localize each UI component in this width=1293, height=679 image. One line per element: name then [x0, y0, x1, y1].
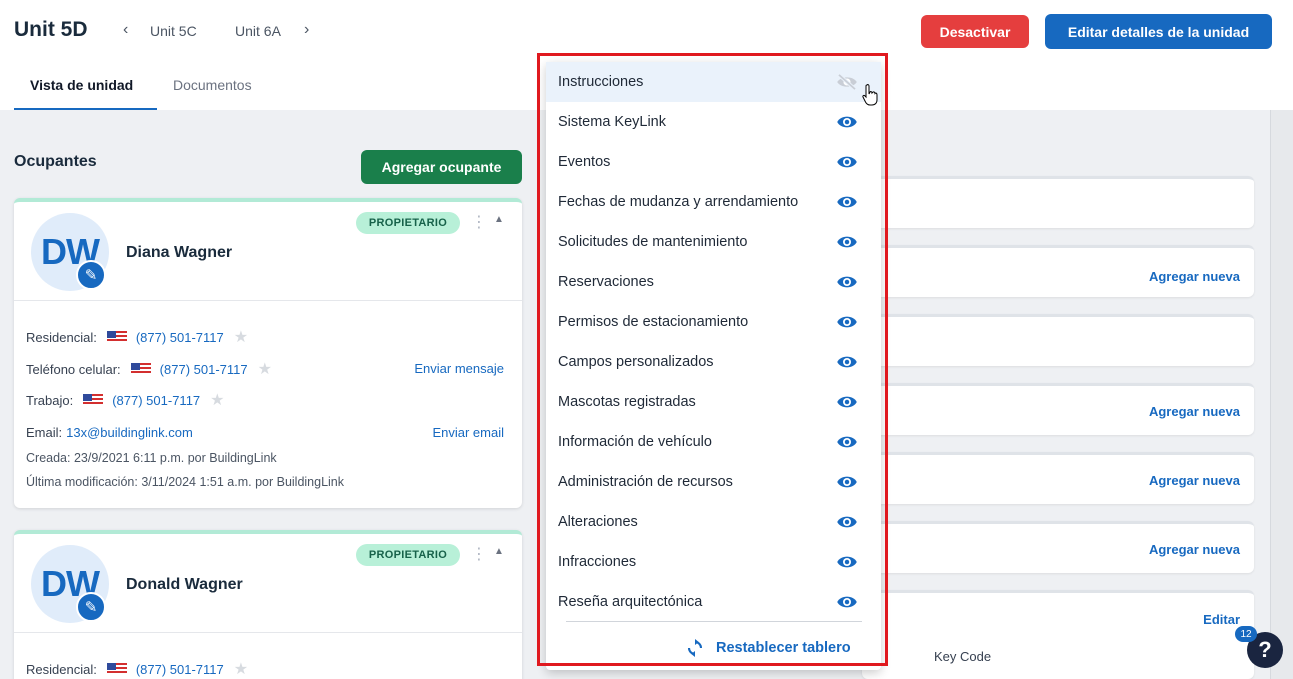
pencil-icon[interactable]: ✎ — [76, 260, 106, 290]
tab-unit-view[interactable]: Vista de unidad — [30, 77, 133, 93]
occupant-name: Diana Wagner — [126, 244, 233, 261]
widget-panel: Editar — [862, 590, 1254, 679]
occupant-card: DW ✎ Donald Wagner PROPIETARIO ⋮ ▲ Resid… — [14, 530, 522, 679]
residential-phone-row: Residencial: (877) 501-7117 ★ — [26, 659, 248, 679]
add-new-link[interactable]: Agregar nueva — [1149, 542, 1240, 557]
us-flag-icon — [106, 663, 127, 675]
prev-unit-link[interactable]: Unit 5C — [150, 23, 197, 39]
us-flag-icon — [83, 394, 104, 406]
notification-badge: 12 — [1235, 626, 1257, 642]
email-label: Email: — [26, 425, 63, 440]
edit-unit-details-button[interactable]: Editar detalles de la unidad — [1045, 14, 1272, 49]
work-phone-link[interactable]: (877) 501-7117 — [112, 393, 200, 408]
status-badge: PROPIETARIO — [356, 212, 460, 234]
avatar: DW ✎ — [31, 213, 109, 291]
widget-panel — [862, 314, 1254, 366]
status-badge: PROPIETARIO — [356, 544, 460, 566]
chevron-left-icon[interactable]: ‹ — [123, 21, 128, 39]
edit-link[interactable]: Editar — [1203, 612, 1240, 627]
modified-label: Última modificación: — [26, 475, 138, 489]
email-row: Email: 13x@buildinglink.com — [26, 425, 193, 440]
residential-phone-row: Residencial: (877) 501-7117 ★ — [26, 327, 248, 347]
divider — [14, 300, 522, 301]
star-icon[interactable]: ★ — [258, 359, 272, 379]
more-options-icon[interactable]: ⋮ — [471, 212, 487, 232]
add-new-link[interactable]: Agregar nueva — [1149, 269, 1240, 284]
residential-phone-link[interactable]: (877) 501-7117 — [136, 662, 224, 677]
residential-phone-link[interactable]: (877) 501-7117 — [136, 330, 224, 345]
add-new-link[interactable]: Agregar nueva — [1149, 473, 1240, 488]
occupant-name: Donald Wagner — [126, 576, 243, 593]
scrollbar-track[interactable] — [1270, 110, 1293, 679]
tab-documents[interactable]: Documentos — [173, 77, 252, 93]
active-tab-indicator — [14, 108, 157, 110]
highlight-box — [537, 53, 888, 666]
mobile-phone-row: Teléfono celular: (877) 501-7117 ★ — [26, 359, 272, 379]
add-occupant-button[interactable]: Agregar ocupante — [361, 150, 522, 184]
created-value: 23/9/2021 6:11 p.m. por BuildingLink — [73, 451, 277, 465]
star-icon[interactable]: ★ — [210, 390, 224, 410]
mobile-label: Teléfono celular: — [26, 361, 121, 377]
page-title: Unit 5D — [14, 18, 88, 41]
occupants-title: Ocupantes — [14, 153, 97, 170]
add-new-link[interactable]: Agregar nueva — [1149, 404, 1240, 419]
star-icon[interactable]: ★ — [234, 327, 248, 347]
hand-cursor-icon — [862, 84, 878, 106]
help-label: ? — [1258, 637, 1272, 662]
collapse-caret-icon[interactable]: ▲ — [494, 546, 504, 557]
us-flag-icon — [130, 363, 151, 375]
chevron-right-icon[interactable]: › — [304, 21, 309, 39]
email-link[interactable]: 13x@buildinglink.com — [66, 425, 193, 440]
modified-info: Última modificación: 3/11/2024 1:51 a.m.… — [26, 475, 344, 489]
pencil-icon[interactable]: ✎ — [76, 592, 106, 622]
widget-panel: Agregar nueva — [862, 245, 1254, 297]
send-message-link[interactable]: Enviar mensaje — [414, 361, 504, 376]
more-options-icon[interactable]: ⋮ — [471, 544, 487, 564]
work-label: Trabajo: — [26, 392, 74, 408]
residential-label: Residencial: — [26, 329, 97, 345]
created-label: Creada: — [26, 451, 71, 465]
widget-panel: Agregar nueva — [862, 521, 1254, 573]
avatar: DW ✎ — [31, 545, 109, 623]
residential-label: Residencial: — [26, 661, 97, 677]
next-unit-link[interactable]: Unit 6A — [235, 23, 281, 39]
key-code-header: Key Code — [934, 649, 992, 664]
created-info: Creada: 23/9/2021 6:11 p.m. por Building… — [26, 451, 277, 465]
deactivate-button[interactable]: Desactivar — [921, 15, 1029, 48]
collapse-caret-icon[interactable]: ▲ — [494, 214, 504, 225]
widget-panel: Agregar nueva — [862, 452, 1254, 504]
send-email-link[interactable]: Enviar email — [432, 425, 504, 440]
work-phone-row: Trabajo: (877) 501-7117 ★ — [26, 390, 225, 410]
modified-value: 3/11/2024 1:51 a.m. por BuildingLink — [141, 475, 345, 489]
us-flag-icon — [106, 331, 127, 343]
divider — [14, 632, 522, 633]
occupant-card: DW ✎ Diana Wagner PROPIETARIO ⋮ ▲ Reside… — [14, 198, 522, 508]
mobile-phone-link[interactable]: (877) 501-7117 — [160, 362, 248, 377]
widget-panel: Agregar nueva — [862, 383, 1254, 435]
widget-panel — [862, 176, 1254, 228]
star-icon[interactable]: ★ — [234, 659, 248, 679]
